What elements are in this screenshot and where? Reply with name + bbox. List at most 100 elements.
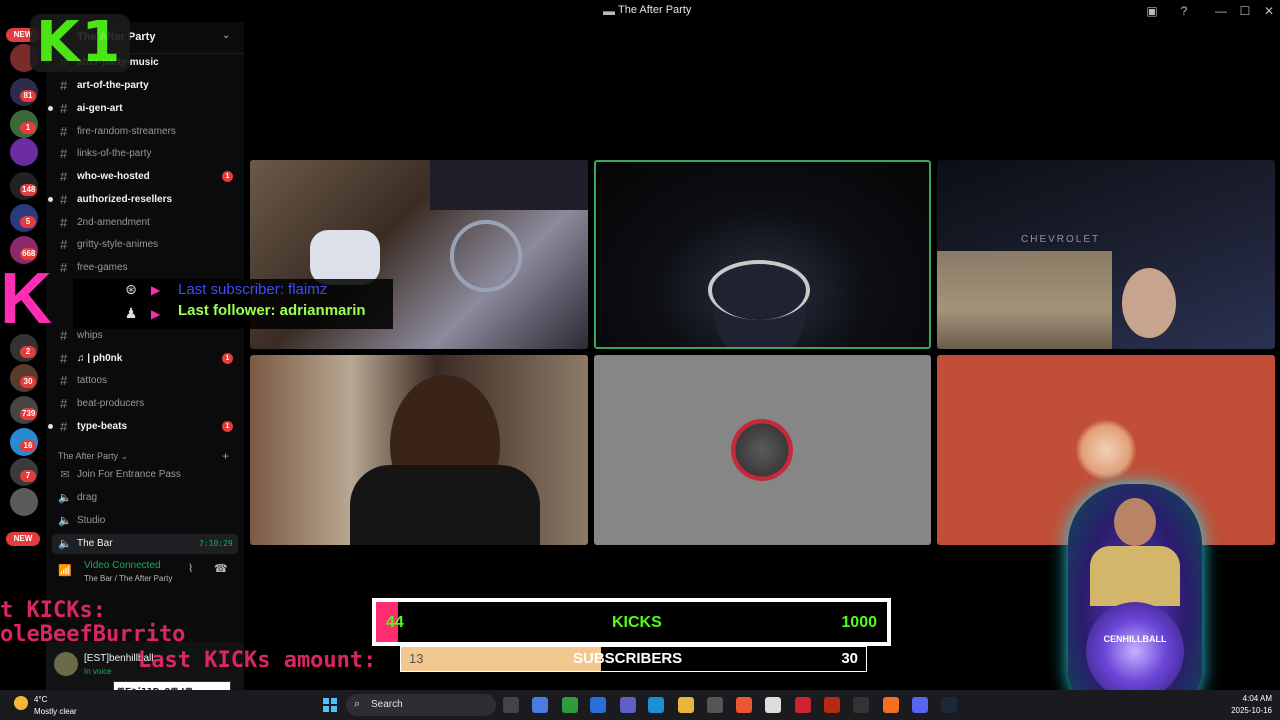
server-rail: NEW 81 1 148 5 668 2 30 739 16 7 NEW: [0, 22, 46, 690]
channel-label: beat-producers: [77, 398, 145, 409]
server-badge: 148: [20, 184, 38, 196]
app-icon[interactable]: [590, 697, 606, 713]
channel-label: fire-random-streamers: [77, 126, 176, 137]
username[interactable]: [EST]benhillball: [84, 653, 153, 664]
channel-item[interactable]: # fire-random-streamers: [46, 122, 244, 142]
start-button[interactable]: [323, 698, 337, 712]
voice-channel[interactable]: 🔈 Studio: [46, 511, 244, 531]
voice-channel[interactable]: 🔈 drag: [46, 488, 244, 508]
server-icon[interactable]: [10, 488, 38, 516]
server-badge: 30: [20, 376, 36, 388]
channel-label: 2nd-amendment: [77, 217, 150, 228]
video-tile[interactable]: [250, 355, 588, 545]
stream-alerts-overlay: ⊛ ♟ ▶ ▶ Last subscriber: flaimz Last fol…: [73, 279, 393, 329]
server-icon[interactable]: [10, 138, 38, 166]
channel-item[interactable]: # whips: [46, 326, 244, 346]
task-view-icon[interactable]: [503, 697, 519, 713]
channel-label: type-beats: [77, 421, 128, 432]
noise-suppression-icon[interactable]: ⌇: [188, 562, 193, 575]
help-icon[interactable]: ?: [1176, 3, 1192, 19]
channel-item[interactable]: # type-beats 1: [46, 417, 244, 437]
channel-item[interactable]: # tattoos: [46, 371, 244, 391]
avatar: [731, 419, 793, 481]
money-icon: ⊛: [125, 281, 137, 297]
video-tile-avatar[interactable]: [594, 355, 931, 545]
subscribers-goal-fill: [401, 647, 601, 671]
channel-item[interactable]: # gritty-style-animes: [46, 235, 244, 255]
video-tile[interactable]: CHEVROLET: [937, 160, 1275, 349]
hash-icon: #: [60, 237, 68, 252]
file-explorer-icon[interactable]: [678, 697, 694, 713]
kicks-label: KICKS: [612, 614, 662, 631]
channel-item[interactable]: # authorized-resellers: [46, 190, 244, 210]
voice-state: Video Connected: [84, 560, 161, 571]
kick-pink-logo: K: [0, 259, 52, 339]
disconnect-icon[interactable]: ☎: [214, 562, 228, 575]
mention-badge: 1: [222, 421, 233, 432]
avatar: [1075, 419, 1137, 481]
channel-label: links-of-the-party: [77, 148, 152, 159]
channel-label: authorized-resellers: [77, 194, 173, 205]
weather-temp: 4°C: [34, 695, 48, 704]
channel-label: The Bar: [77, 538, 113, 549]
last-subscriber: Last subscriber: flaimz: [178, 281, 328, 298]
xbox-icon[interactable]: [562, 697, 578, 713]
kicks-target: 1000: [841, 614, 877, 631]
app-icon[interactable]: [883, 697, 899, 713]
server-badge: 7: [20, 470, 36, 482]
channel-item[interactable]: # ♫ | ph0nk 1: [46, 349, 244, 369]
app-icon[interactable]: [707, 697, 723, 713]
steam-icon[interactable]: [941, 697, 957, 713]
kicks-current: 44: [386, 614, 404, 631]
arrow-icon: ▶: [151, 283, 161, 297]
inbox-icon[interactable]: ▣: [1144, 3, 1160, 19]
channel-label: Join For Entrance Pass: [77, 469, 181, 480]
video-tile-speaking[interactable]: [594, 160, 931, 349]
subscribers-goal-bar: 13 SUBSCRIBERS 30: [400, 646, 867, 672]
obs-icon[interactable]: [853, 697, 869, 713]
channel-item[interactable]: # who-we-hosted 1: [46, 167, 244, 187]
voice-channel[interactable]: ✉ Join For Entrance Pass: [46, 465, 244, 485]
taskbar-search[interactable]: ⌕ Search: [346, 694, 496, 716]
avatar[interactable]: [54, 652, 78, 676]
kick-k1-logo: K1: [30, 10, 130, 75]
channel-item[interactable]: # free-games: [46, 258, 244, 278]
channel-item[interactable]: # ai-gen-art: [46, 99, 244, 119]
app-icon[interactable]: [765, 697, 781, 713]
server-badge: 81: [20, 90, 36, 102]
system-clock[interactable]: 4:04 AM 2025-10-16: [1222, 694, 1272, 715]
app-icon[interactable]: [795, 697, 811, 713]
hash-icon: #: [60, 169, 68, 184]
search-icon: ⌕: [354, 698, 361, 710]
brave-icon[interactable]: [736, 697, 752, 713]
subscribers-label: SUBSCRIBERS: [573, 650, 683, 667]
teams-icon[interactable]: [620, 697, 636, 713]
chevron-down-icon[interactable]: ⌄: [222, 30, 230, 41]
user-icon: ♟: [124, 305, 138, 321]
minimize-icon[interactable]: —: [1213, 3, 1229, 19]
hash-icon: #: [60, 215, 68, 230]
discord-icon[interactable]: [912, 697, 928, 713]
speaker-icon: 🔈: [58, 538, 72, 550]
maximize-icon[interactable]: ☐: [1237, 3, 1253, 19]
channel-item[interactable]: # beat-producers: [46, 394, 244, 414]
channel-item[interactable]: # art-of-the-party: [46, 76, 244, 96]
channel-label: drag: [77, 492, 98, 503]
channel-item[interactable]: # links-of-the-party: [46, 144, 244, 164]
user-status: In voice: [84, 667, 112, 676]
weather-condition: Mostly clear: [34, 707, 77, 716]
clock-date: 2025-10-16: [1231, 706, 1272, 715]
weather-icon: [14, 696, 28, 710]
edge-icon[interactable]: [648, 697, 664, 713]
category-label[interactable]: The After Party ⌄: [58, 451, 128, 462]
hash-icon: #: [60, 124, 68, 139]
app-icon[interactable]: [532, 697, 548, 713]
close-icon[interactable]: ✕: [1261, 3, 1277, 19]
channel-item[interactable]: #2nd-amendment: [46, 213, 244, 233]
add-channel-icon[interactable]: +: [222, 449, 229, 463]
app-icon[interactable]: [824, 697, 840, 713]
channel-label: who-we-hosted: [77, 171, 150, 182]
voice-channel-active[interactable]: 🔈 The Bar 7:10:29: [52, 534, 238, 554]
channel-label: whips: [77, 330, 103, 341]
voice-location[interactable]: The Bar / The After Party: [84, 574, 172, 583]
